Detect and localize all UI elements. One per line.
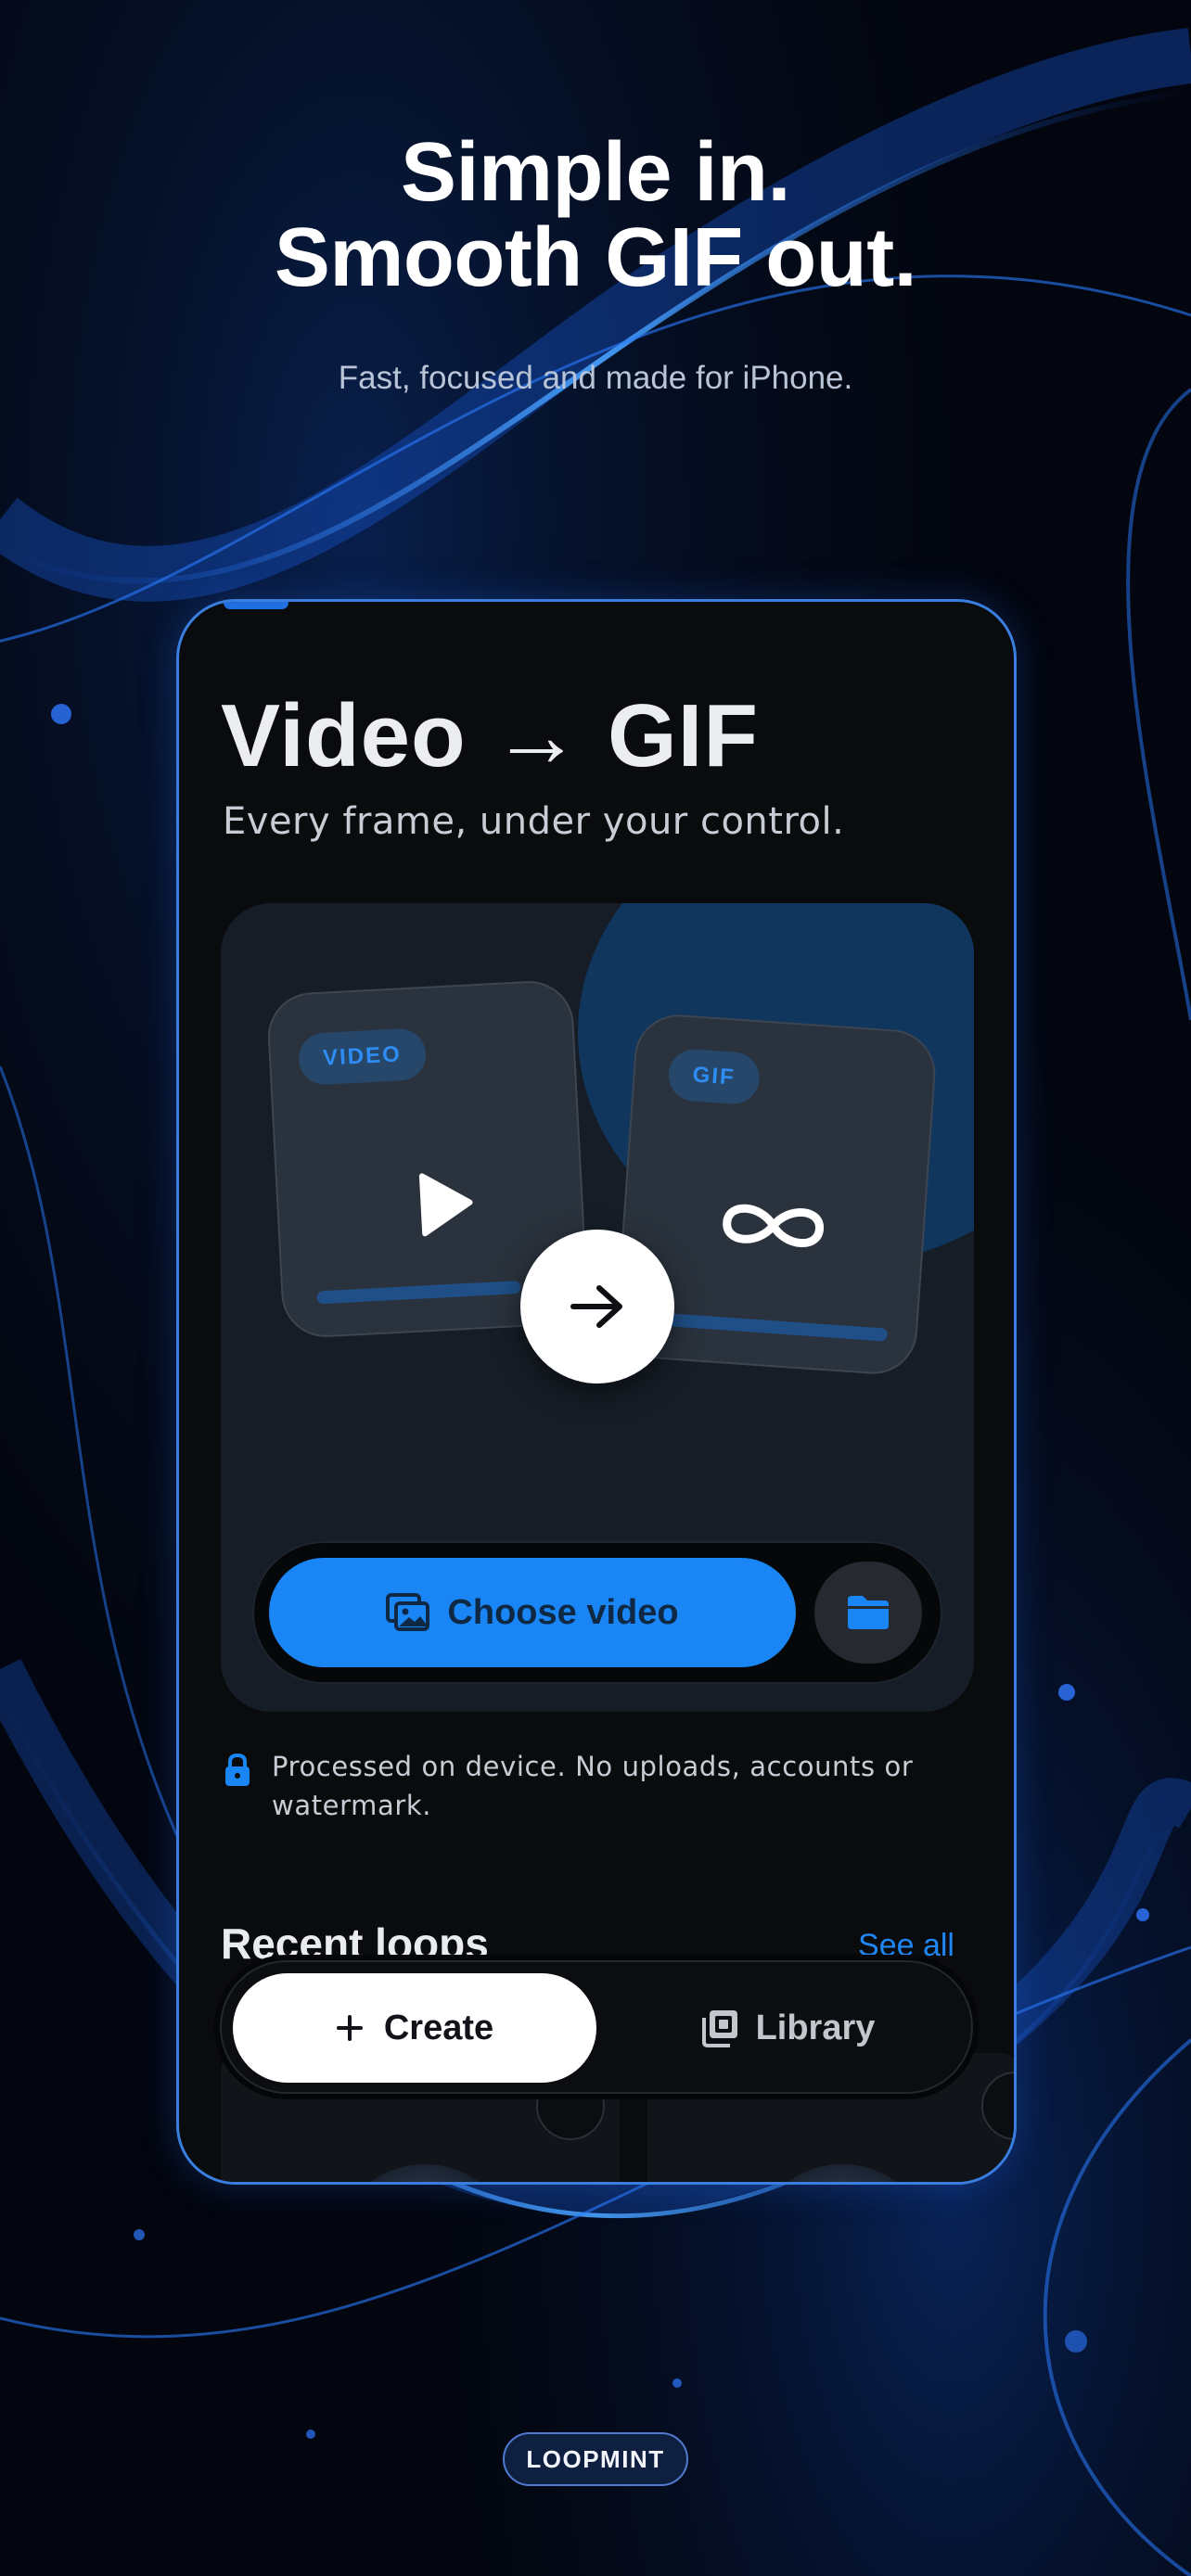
- infinity-icon: [723, 1204, 825, 1247]
- video-progress: [316, 1280, 521, 1305]
- lock-icon: [225, 1753, 250, 1786]
- choose-video-label: Choose video: [447, 1592, 679, 1632]
- plus-icon: [336, 2015, 363, 2041]
- convert-arrow: [520, 1230, 674, 1384]
- thumbnail-image: [749, 2164, 935, 2182]
- thumbnail-badge: [981, 2072, 1014, 2140]
- tab-create[interactable]: Create: [233, 1973, 596, 2083]
- privacy-note: Processed on device. No uploads, account…: [224, 1747, 928, 1825]
- gif-progress: [650, 1311, 889, 1342]
- hero-title: Simple in. Smooth GIF out.: [0, 130, 1191, 300]
- tab-library[interactable]: Library: [611, 1973, 964, 2083]
- tab-library-label: Library: [755, 2008, 876, 2047]
- tab-bar: Create Library: [220, 1960, 973, 2094]
- hero-title-line1: Simple in.: [400, 126, 791, 219]
- photo-library-icon: [386, 1593, 430, 1631]
- phone-screen: Video → GIF Every frame, under your cont…: [176, 599, 1017, 2185]
- hero-subtitle: Fast, focused and made for iPhone.: [338, 360, 853, 396]
- library-icon: [701, 2010, 737, 2047]
- folder-icon: [848, 1596, 889, 1629]
- gif-label: GIF: [666, 1047, 762, 1106]
- hero-title-line2: Smooth GIF out.: [274, 211, 917, 304]
- browse-files-button[interactable]: [814, 1562, 922, 1664]
- see-all-link[interactable]: See all: [858, 1928, 954, 1964]
- choose-video-button[interactable]: Choose video: [269, 1558, 796, 1667]
- page-title: Video → GIF: [221, 686, 759, 785]
- play-icon: [418, 1173, 473, 1237]
- thumbnail-image: [332, 2164, 518, 2182]
- video-label: VIDEO: [297, 1027, 428, 1087]
- action-bar: Choose video: [252, 1541, 942, 1684]
- page-subtitle: Every frame, under your control.: [223, 800, 845, 843]
- brand-badge: LOOPMINT: [503, 2432, 688, 2486]
- status-indicator: [224, 602, 288, 609]
- tab-create-label: Create: [383, 2008, 494, 2047]
- arrow-right-icon: [570, 1285, 622, 1328]
- privacy-text: Processed on device. No uploads, account…: [272, 1751, 914, 1821]
- conversion-card: VIDEO GIF Choose video: [221, 903, 974, 1712]
